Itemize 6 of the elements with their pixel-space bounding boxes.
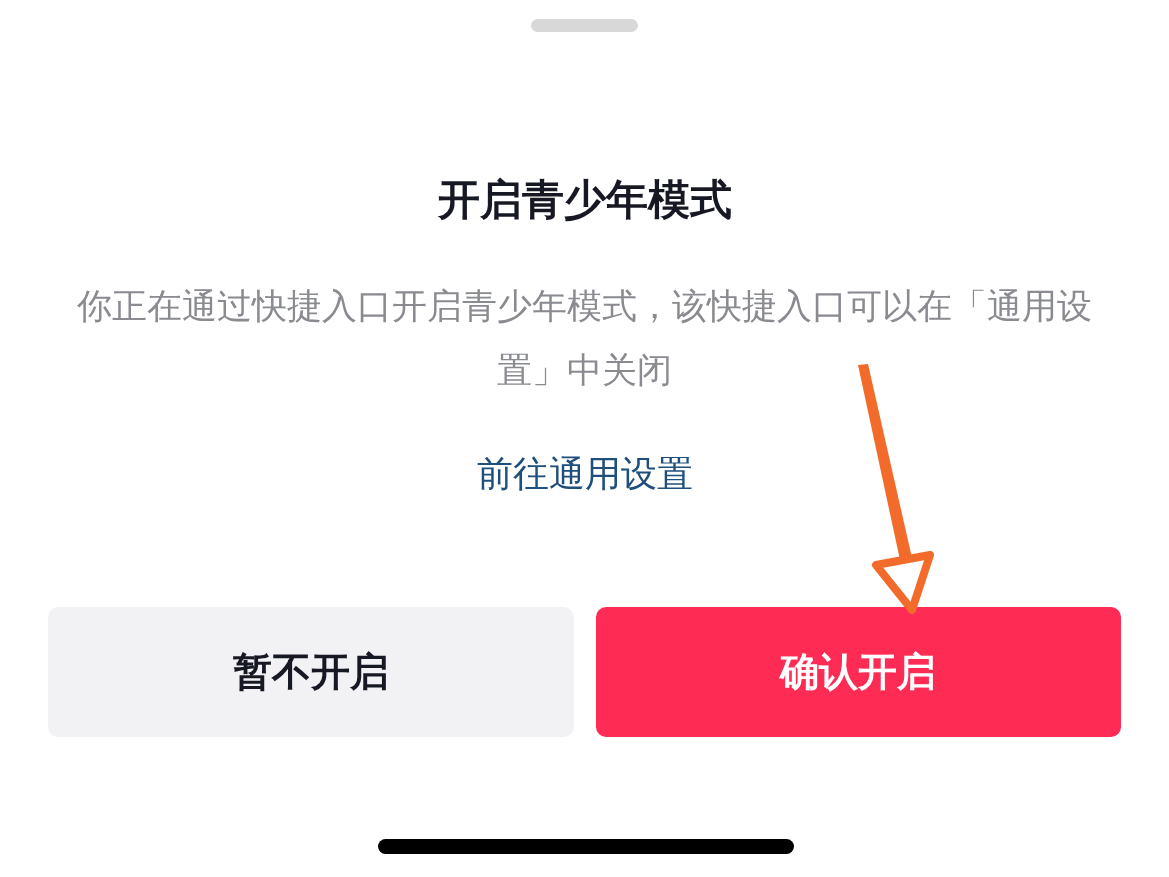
- dialog-title: 开启青少年模式: [437, 174, 732, 226]
- confirm-button[interactable]: 确认开启: [595, 607, 1121, 737]
- drag-handle[interactable]: [531, 19, 638, 32]
- settings-link[interactable]: 前往通用设置: [476, 449, 693, 499]
- dialog-message: 你正在通过快捷入口开启青少年模式，该快捷入口可以在「通用设置」中关闭: [76, 285, 1093, 392]
- cancel-button[interactable]: 暂不开启: [48, 607, 574, 737]
